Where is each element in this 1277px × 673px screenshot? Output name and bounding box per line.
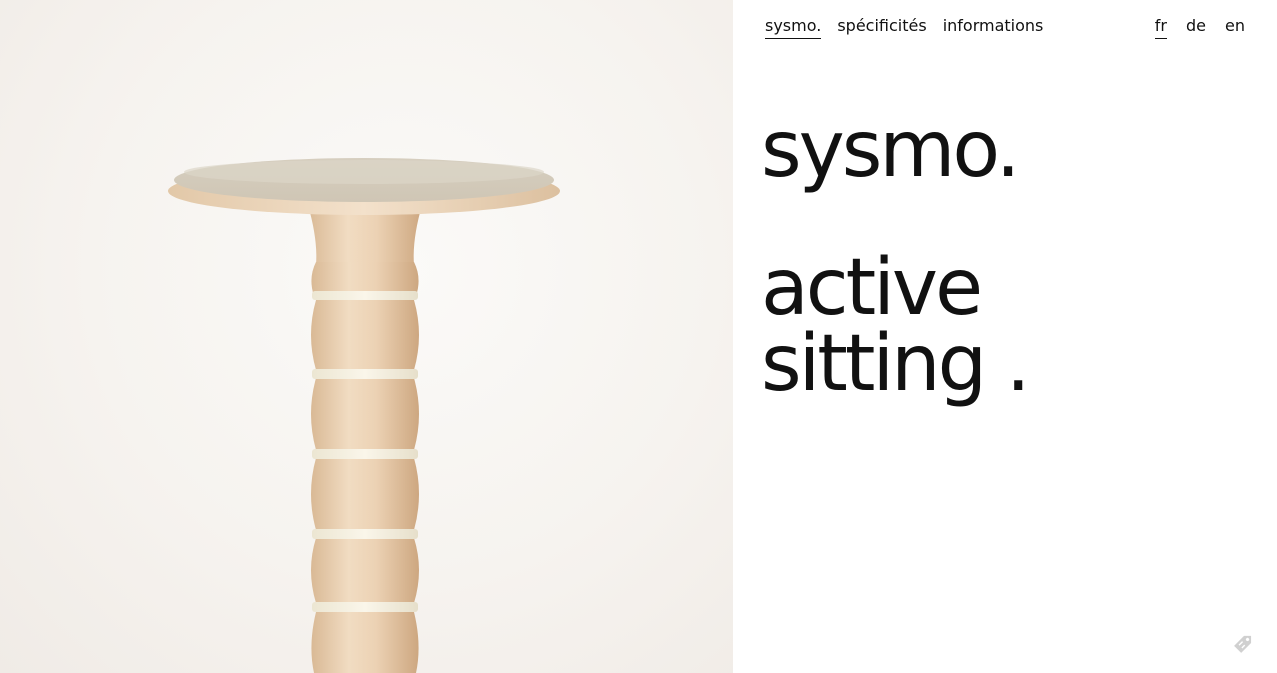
tagline-line-2: sitting .	[761, 319, 1031, 409]
nav-item-sysmo[interactable]: sysmo.	[765, 16, 822, 39]
lang-en[interactable]: en	[1225, 16, 1245, 39]
nav-item-specificites[interactable]: spécificités	[837, 16, 926, 39]
content-panel: sysmo. spécificités informations fr de e…	[733, 0, 1277, 673]
hero-tagline: active sitting .	[761, 243, 1031, 409]
hero-title: sysmo.	[761, 105, 1021, 195]
stool-illustration	[168, 158, 560, 673]
language-switcher: fr de en	[1154, 16, 1245, 39]
nav-item-informations[interactable]: informations	[943, 16, 1044, 39]
tagline-line-1: active	[761, 243, 983, 333]
lang-de[interactable]: de	[1186, 16, 1206, 39]
product-photo	[0, 0, 733, 673]
lang-fr[interactable]: fr	[1154, 16, 1168, 39]
feedback-tag-icon[interactable]	[1231, 630, 1257, 656]
main-nav: sysmo. spécificités informations	[765, 16, 1043, 39]
